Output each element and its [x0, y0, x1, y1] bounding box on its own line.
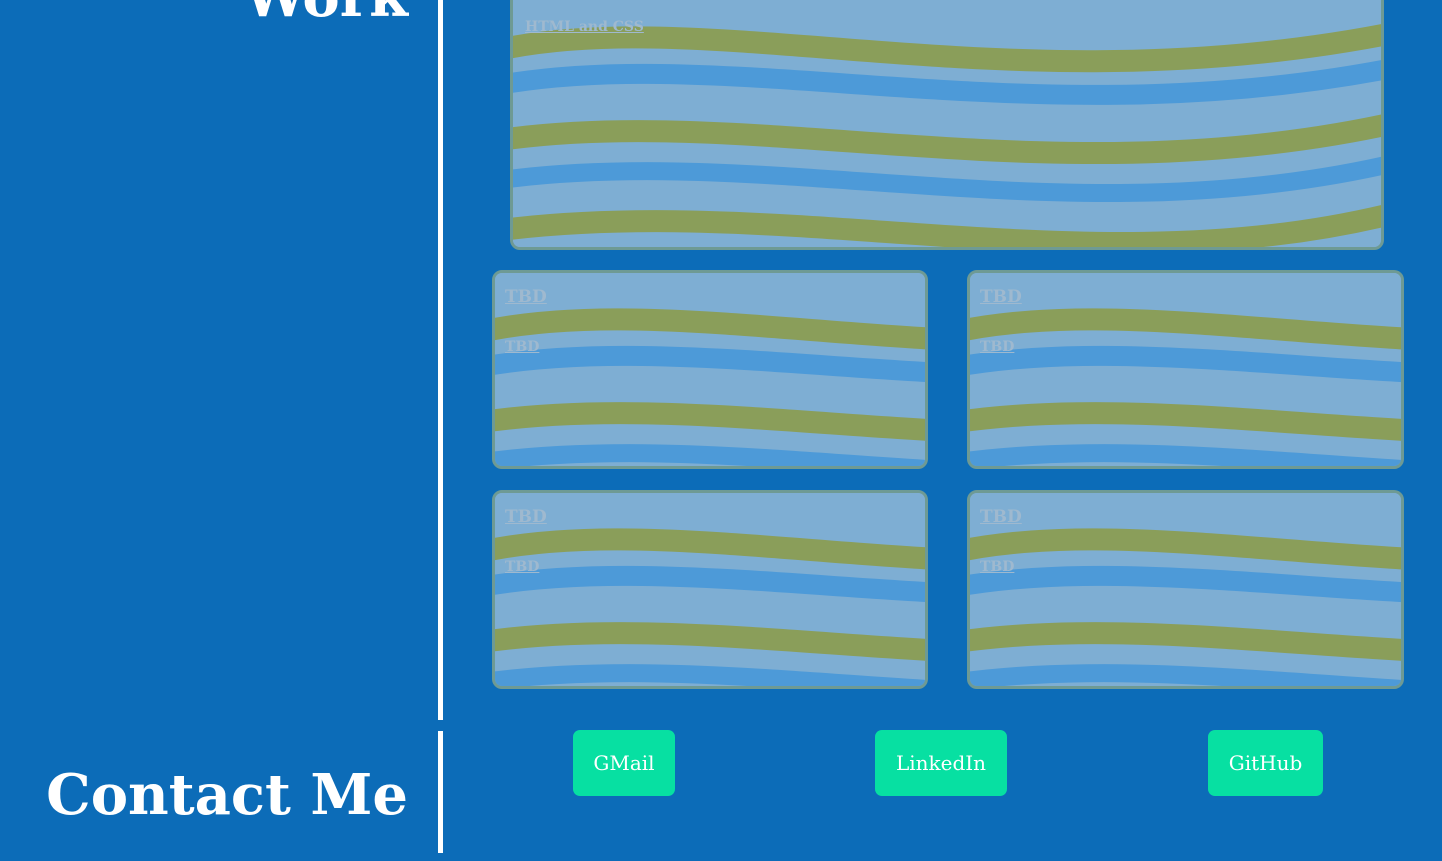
project-title-link[interactable]: TBD [505, 507, 547, 527]
project-card[interactable]: TBD TBD [967, 490, 1404, 689]
card-background-image [513, 0, 1381, 247]
project-link[interactable]: HTML and CSS [525, 19, 644, 35]
project-subtitle-link[interactable]: TBD [505, 339, 539, 355]
card-background-image [495, 493, 925, 686]
project-card-featured[interactable]: HTML and CSS [510, 0, 1384, 250]
project-subtitle-link[interactable]: TBD [980, 339, 1014, 355]
project-card[interactable]: TBD TBD [492, 490, 928, 689]
project-subtitle-link[interactable]: TBD [980, 559, 1014, 575]
card-background-image [970, 273, 1401, 466]
project-title-link[interactable]: TBD [505, 287, 547, 307]
section-divider [438, 0, 443, 720]
gmail-button[interactable]: GMail [573, 730, 675, 796]
linkedin-button[interactable]: LinkedIn [875, 730, 1007, 796]
section-divider [438, 731, 443, 853]
project-title-link[interactable]: TBD [980, 507, 1022, 527]
card-background-image [495, 273, 925, 466]
project-subtitle-link[interactable]: TBD [505, 559, 539, 575]
project-card[interactable]: TBD TBD [967, 270, 1404, 469]
contact-heading: Contact Me [46, 762, 408, 828]
project-title-link[interactable]: TBD [980, 287, 1022, 307]
work-heading: Work [244, 0, 408, 30]
github-button[interactable]: GitHub [1208, 730, 1323, 796]
card-background-image [970, 493, 1401, 686]
project-card[interactable]: TBD TBD [492, 270, 928, 469]
